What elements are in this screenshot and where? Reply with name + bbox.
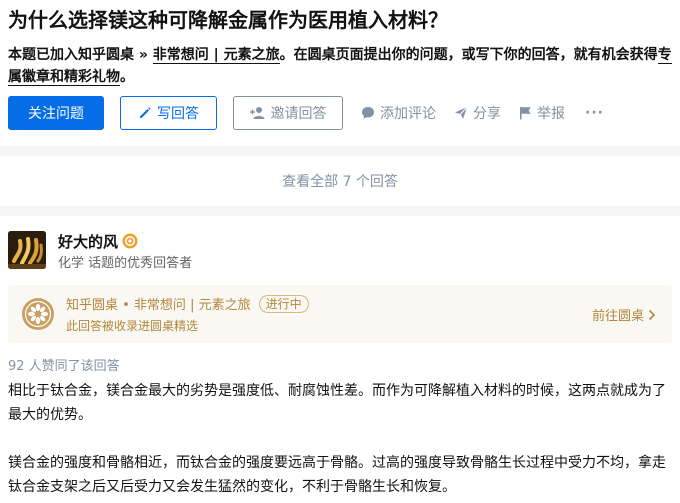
report-button[interactable]: 举报	[519, 103, 565, 123]
author-name[interactable]: 好大的风	[58, 231, 118, 252]
invite-answer-label: 邀请回答	[270, 106, 327, 122]
report-label: 举报	[537, 106, 565, 122]
author-text: 好大的风 化学 话题的优秀回答者	[58, 231, 193, 272]
status-badge: 进行中	[258, 294, 309, 313]
answer-paragraph: 镁合金的强度和骨骼相近，而钛合金的强度要远高于骨骼。过高的强度导致骨骼生长过程中…	[8, 455, 666, 495]
roundtable-notice: 本题已加入知乎圆桌 » 非常想问 | 元素之旅。在圆桌页面提出你的问题，或写下你…	[8, 44, 672, 88]
question-title: 为什么选择镁这种可降解金属作为医用植入材料？	[8, 8, 448, 32]
upvote-count: 92 人赞同了该回答	[8, 359, 120, 374]
goto-roundtable-link[interactable]: 前往圆桌	[592, 305, 656, 324]
notice-mid: 。在圆桌页面提出你的问题，或写下你的回答，就有机会获得	[279, 47, 658, 63]
question-actions: 关注问题 写回答 邀请回答 添加评论 分享 举报 ···	[8, 96, 672, 130]
comment-icon	[361, 106, 375, 120]
author-headline: 化学 话题的优秀回答者	[58, 256, 193, 271]
share-button[interactable]: 分享	[454, 103, 501, 123]
notice-end: 。	[120, 69, 134, 85]
invite-answer-button[interactable]: 邀请回答	[233, 96, 343, 130]
write-answer-button[interactable]: 写回答	[120, 96, 217, 130]
invite-user-icon	[249, 106, 266, 120]
avatar[interactable]	[8, 231, 46, 269]
view-all-answers-link[interactable]: 查看全部 7 个回答	[0, 156, 680, 206]
author-info: 好大的风 化学 话题的优秀回答者	[8, 231, 672, 271]
flag-icon	[519, 106, 532, 120]
author-name-row: 好大的风	[58, 231, 192, 251]
share-icon	[454, 106, 468, 120]
roundtable-subtitle: 此回答被收录进圆桌精选	[66, 319, 199, 333]
pencil-icon	[138, 106, 152, 120]
roundtable-text: 知乎圆桌 • 非常想问 | 元素之旅 进行中 此回答被收录进圆桌精选	[66, 294, 309, 334]
roundtable-logo-icon	[22, 298, 54, 330]
answer-content: 相比于钛合金，镁合金最大的劣势是强度低、耐腐蚀性差。而作为可降解植入材料的时候，…	[8, 379, 672, 499]
roundtable-title: 知乎圆桌 • 非常想问 | 元素之旅	[66, 298, 251, 313]
section-divider	[0, 146, 680, 156]
write-answer-label: 写回答	[157, 106, 199, 122]
question-header: 为什么选择镁这种可降解金属作为医用植入材料？ 本题已加入知乎圆桌 » 非常想问 …	[0, 0, 680, 130]
add-comment-label: 添加评论	[380, 106, 436, 122]
notice-prefix: 本题已加入知乎圆桌 »	[8, 47, 153, 63]
answer-item: 好大的风 化学 话题的优秀回答者 知乎圆桌 • 非常想问 | 元素之旅 进行中 …	[0, 216, 680, 499]
more-options-button[interactable]: ···	[585, 105, 604, 121]
answer-paragraph: 相比于钛合金，镁合金最大的劣势是强度低、耐腐蚀性差。而作为可降解植入材料的时候，…	[8, 383, 666, 423]
section-divider	[0, 206, 680, 216]
chevron-right-icon	[648, 309, 656, 321]
roundtable-card[interactable]: 知乎圆桌 • 非常想问 | 元素之旅 进行中 此回答被收录进圆桌精选 前往圆桌	[8, 285, 672, 343]
follow-question-button[interactable]: 关注问题	[8, 96, 104, 130]
goto-roundtable-label: 前往圆桌	[591, 309, 644, 324]
share-label: 分享	[473, 106, 501, 122]
roundtable-title-row: 知乎圆桌 • 非常想问 | 元素之旅 进行中	[66, 294, 309, 313]
add-comment-button[interactable]: 添加评论	[361, 103, 436, 123]
roundtable-link[interactable]: 非常想问 | 元素之旅	[152, 47, 280, 64]
verified-badge-icon	[122, 233, 138, 249]
